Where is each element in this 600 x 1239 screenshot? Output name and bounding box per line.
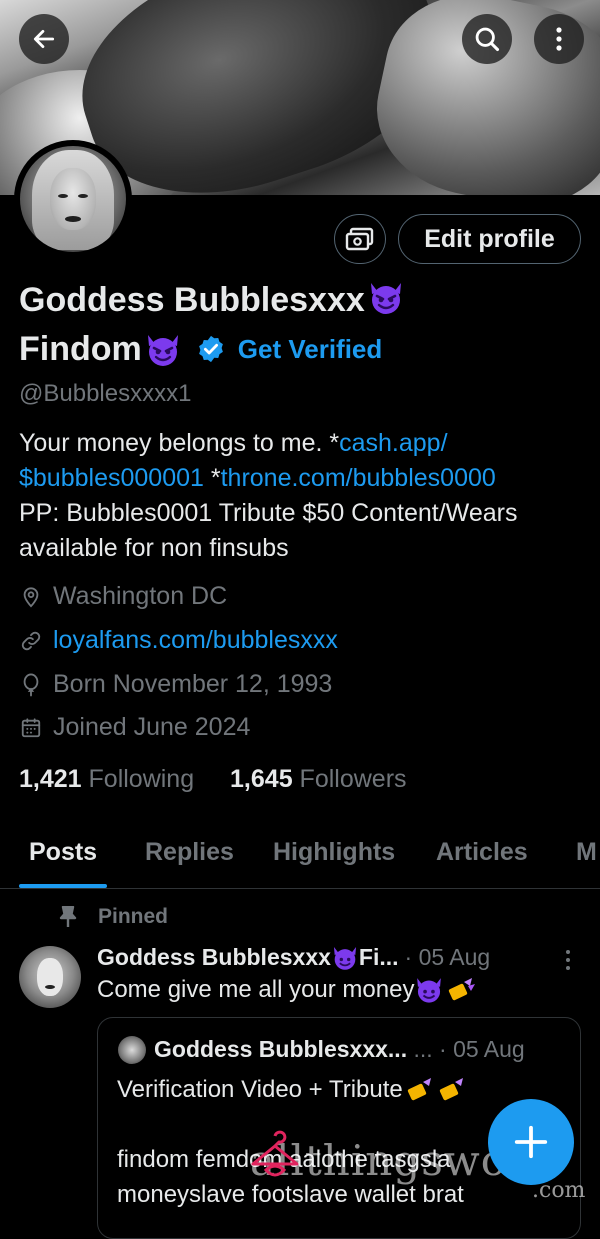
joined-row: Joined June 2024 — [19, 713, 250, 742]
quoted-avatar — [118, 1036, 146, 1064]
cash-app-link[interactable]: cash.app/ — [339, 429, 447, 457]
tab-highlights[interactable]: Highlights — [273, 838, 395, 867]
active-tab-indicator — [19, 884, 107, 888]
display-name: Goddess Bubblesxxx — [19, 276, 405, 324]
following-count: 1,421 — [19, 765, 82, 793]
location-icon — [23, 586, 39, 607]
search-button[interactable] — [462, 14, 512, 64]
website-row[interactable]: loyalfans.com/bubblesxxx — [19, 626, 338, 655]
display-name-line1: Goddess Bubblesxxx — [19, 281, 365, 319]
bio-line1: Your money belongs to me. *cash.app/ — [19, 429, 448, 457]
location-row: Washington DC — [19, 582, 227, 611]
balloon-icon — [23, 673, 39, 696]
bio: Your money belongs to me. *cash.app/ $bu… — [19, 426, 589, 566]
throne-link[interactable]: throne.com/bubbles0000 — [221, 464, 496, 492]
bio-line2: $bubbles000001 *throne.com/bubbles0000 — [19, 464, 496, 492]
verified-badge-icon[interactable] — [196, 334, 226, 364]
money-icon — [345, 227, 374, 251]
followers-count: 1,645 — [230, 765, 293, 793]
search-icon — [475, 27, 500, 52]
tab-media[interactable]: M — [576, 838, 597, 867]
money-wings-emoji-icon — [449, 978, 476, 1001]
money-wings-emoji-icon — [407, 1078, 431, 1101]
pin-icon — [59, 906, 77, 927]
back-arrow-icon — [33, 30, 55, 48]
devil-emoji-icon — [333, 946, 356, 970]
more-vertical-icon — [566, 950, 570, 970]
bio-line3: PP: Bubbles0001 Tribute $50 Content/Wear… — [19, 499, 518, 527]
followers-link[interactable]: 1,645 Followers — [230, 765, 407, 793]
hanger-logo-icon — [251, 1130, 299, 1177]
display-name-row2: Findom Get Verified — [19, 325, 382, 373]
post-text: Come give me all your money — [97, 976, 476, 1004]
post-avatar[interactable] — [19, 946, 81, 1008]
compose-button[interactable] — [488, 1099, 574, 1185]
devil-emoji-icon — [367, 280, 405, 314]
tab-articles[interactable]: Articles — [436, 838, 528, 867]
user-handle: @Bubblesxxxx1 — [19, 380, 192, 407]
post-author-tail: Fi... — [358, 944, 399, 970]
edit-profile-button[interactable]: Edit profile — [398, 214, 581, 264]
website-link[interactable]: loyalfans.com/bubblesxxx — [53, 626, 338, 655]
bio-line4: available for non finsubs — [19, 534, 289, 562]
get-verified-link[interactable]: Get Verified — [238, 325, 383, 373]
post-more-button[interactable] — [560, 948, 576, 977]
link-icon — [21, 631, 41, 650]
follow-stats: 1,421 Following 1,645 Followers — [19, 765, 407, 794]
calendar-icon — [21, 717, 41, 737]
tip-button[interactable] — [334, 214, 386, 264]
money-wings-emoji-icon — [439, 1078, 463, 1101]
pinned-label-row: Pinned — [58, 905, 168, 929]
tab-replies[interactable]: Replies — [145, 838, 234, 867]
quoted-author: Goddess Bubblesxxx... — [154, 1036, 408, 1062]
back-button[interactable] — [19, 14, 69, 64]
cashtag-link[interactable]: $bubbles000001 — [19, 464, 204, 492]
display-name-line2: Findom — [19, 330, 142, 368]
devil-emoji-icon — [417, 978, 442, 1003]
more-button[interactable] — [534, 14, 584, 64]
devil-emoji-icon — [144, 332, 182, 366]
profile-tabs: Posts Replies Highlights Articles M — [0, 822, 600, 889]
joined-text: Joined June 2024 — [53, 713, 251, 741]
more-vertical-icon — [556, 27, 562, 51]
following-link[interactable]: 1,421 Following — [19, 765, 194, 793]
avatar[interactable] — [20, 146, 126, 252]
post-date[interactable]: · 05 Aug — [405, 944, 491, 971]
quoted-header: Goddess Bubblesxxx... ... · 05 Aug — [154, 1036, 525, 1062]
birthday-row: Born November 12, 1993 — [19, 670, 332, 699]
quoted-date: · 05 Aug — [439, 1036, 525, 1062]
following-label: Following — [88, 765, 195, 793]
tab-posts[interactable]: Posts — [29, 838, 97, 867]
location-text: Washington DC — [53, 582, 228, 610]
quoted-line1: Verification Video + Tribute — [117, 1076, 467, 1104]
birthday-text: Born November 12, 1993 — [53, 670, 333, 698]
followers-label: Followers — [299, 765, 407, 793]
post-author[interactable]: Goddess Bubblesxxx — [97, 944, 331, 971]
post-header: Goddess Bubblesxxx Fi... · 05 Aug — [97, 944, 567, 971]
compose-plus-icon — [514, 1125, 548, 1159]
